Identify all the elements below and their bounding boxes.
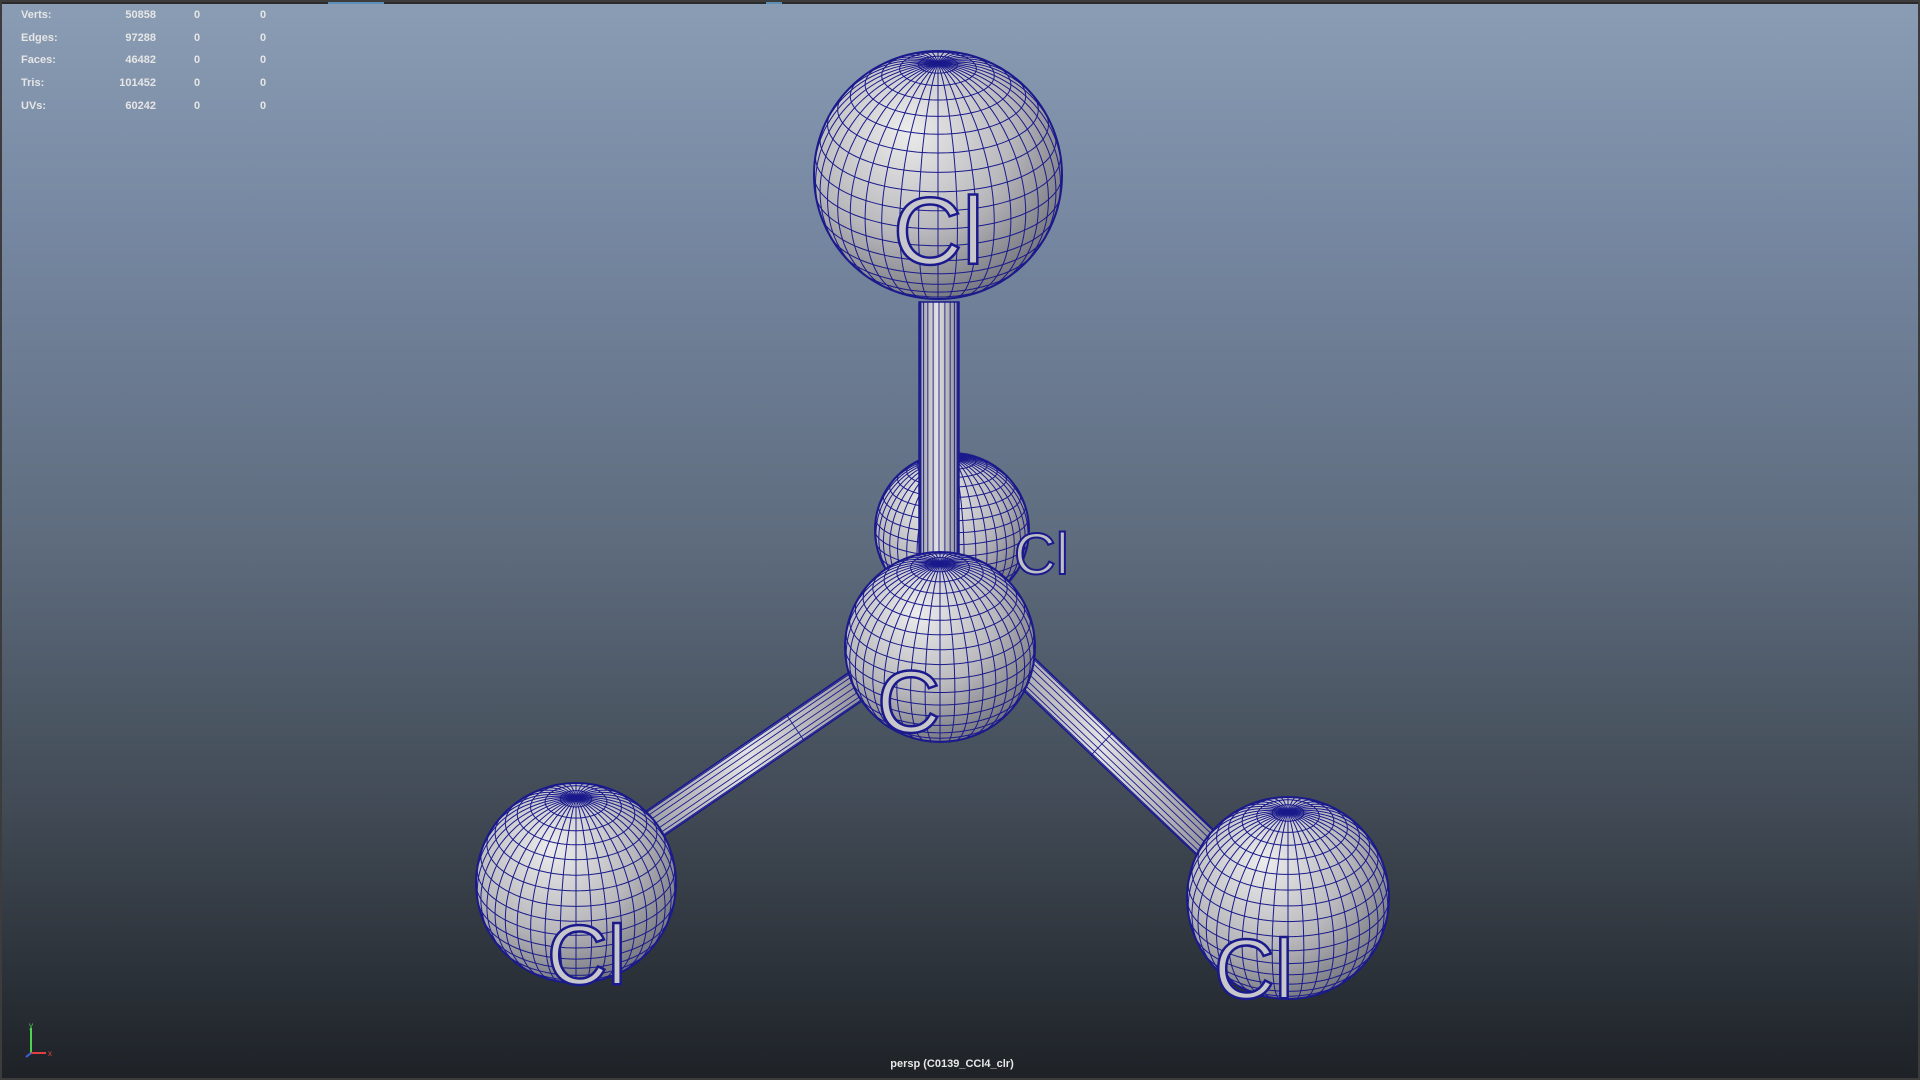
hud-value-selected-alt: 0 xyxy=(260,31,267,44)
bond-edge xyxy=(1018,649,1221,843)
carbon-atom-label: C xyxy=(877,652,941,751)
hud-label: UVs: xyxy=(21,99,47,112)
bond-edge xyxy=(1001,666,1204,861)
bond-edge xyxy=(646,673,865,823)
hud-value-selected: 0 xyxy=(194,99,201,112)
bond-center-right[interactable] xyxy=(1000,642,1224,865)
hud-value-selected: 0 xyxy=(194,9,201,21)
hud-value-current: 46482 xyxy=(125,54,156,67)
top-atom-label: Cl xyxy=(893,178,984,285)
axis-gizmo: y x xyxy=(25,1021,52,1058)
bond-edge xyxy=(1000,667,1203,862)
z-axis-line xyxy=(25,1052,32,1058)
bond-edge xyxy=(1003,664,1206,858)
hud-label: Verts: xyxy=(21,9,52,21)
perspective-viewport[interactable]: Cl C Cl Cl Cl Verts: 50858 0 0 Edges: 97… xyxy=(0,0,1920,1080)
hud-row: Edges: 97288 0 0 xyxy=(21,32,281,55)
bond-edge xyxy=(658,691,876,840)
hud-value-current: 50858 xyxy=(125,9,156,21)
hud-value-current: 60242 xyxy=(125,99,156,112)
hud-label: Edges: xyxy=(21,31,58,44)
bond-edge xyxy=(643,669,862,819)
hud-row: Verts: 50858 0 0 xyxy=(21,9,281,32)
back-atom-label: Cl xyxy=(1014,522,1069,587)
carbon-atom[interactable]: C xyxy=(844,551,1036,752)
hud-row: Tris: 101452 0 0 xyxy=(21,77,281,100)
hud-value-selected: 0 xyxy=(194,77,201,90)
left-chlorine-atom[interactable]: Cl xyxy=(475,782,677,1003)
hud-value-selected-alt: 0 xyxy=(260,77,267,90)
hud-value-current: 101452 xyxy=(119,77,156,90)
bond-edge xyxy=(1020,646,1223,841)
hud-label: Tris: xyxy=(21,77,45,90)
bond-edge xyxy=(1021,645,1224,840)
bond-edge xyxy=(1010,656,1214,851)
top-chlorine-atom[interactable]: Cl xyxy=(813,50,1063,300)
bond-edge xyxy=(1006,660,1210,855)
bond-edge xyxy=(641,666,859,815)
hud-value-selected-alt: 0 xyxy=(260,99,267,112)
molecule-model[interactable]: Cl C Cl Cl Cl xyxy=(2,2,1920,1080)
bond-edge xyxy=(649,678,868,828)
bond-edge xyxy=(652,683,871,833)
bond-center-left[interactable] xyxy=(640,664,877,842)
right-atom-label: Cl xyxy=(1214,922,1293,1016)
left-atom-label: Cl xyxy=(547,908,626,1002)
camera-name-label: persp (C0139_CCl4_clr) xyxy=(890,1058,1014,1070)
hud-label: Faces: xyxy=(21,54,56,67)
hud-value-current: 97288 xyxy=(125,31,156,44)
bond-edge xyxy=(657,690,876,839)
x-axis-label: x xyxy=(48,1049,52,1058)
y-axis-label: y xyxy=(29,1021,33,1030)
hud-value-selected: 0 xyxy=(194,54,201,67)
bond-center-top[interactable] xyxy=(918,301,960,565)
right-chlorine-atom[interactable]: Cl xyxy=(1186,796,1390,1017)
bond-edge xyxy=(641,667,860,816)
hud-value-selected-alt: 0 xyxy=(260,54,267,67)
polycount-hud: Verts: 50858 0 0 Edges: 97288 0 0 Faces: 46482 0 0 T… xyxy=(21,9,281,122)
hud-row: Faces: 46482 0 0 xyxy=(21,54,281,77)
hud-row: UVs: 60242 0 0 xyxy=(21,100,281,123)
hud-value-selected: 0 xyxy=(194,31,201,44)
bond-edge xyxy=(655,687,874,837)
bond-edge xyxy=(1014,652,1218,847)
hud-value-selected-alt: 0 xyxy=(260,9,267,21)
